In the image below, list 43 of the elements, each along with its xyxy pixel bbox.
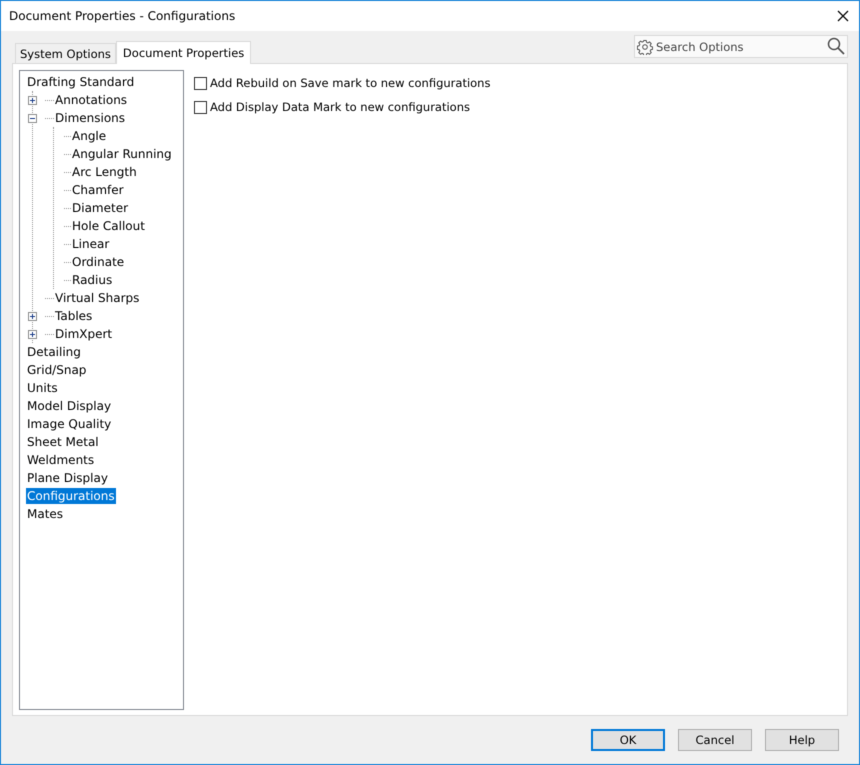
dialog-button[interactable]: Help (765, 729, 839, 751)
checkbox[interactable] (194, 76, 207, 90)
tree-item[interactable]: Model Display (26, 398, 112, 414)
tree-item[interactable]: Virtual Sharps (54, 290, 140, 306)
close-icon[interactable] (837, 10, 849, 22)
tree-item[interactable]: Linear (71, 236, 110, 252)
tree-item[interactable]: Grid/Snap (26, 362, 88, 378)
tree-item[interactable]: Image Quality (26, 416, 112, 432)
tree-item[interactable]: Tables (54, 308, 94, 324)
checkbox-label: Add Rebuild on Save mark to new configurations (210, 76, 490, 90)
gear-icon[interactable] (637, 39, 653, 55)
tree-item[interactable]: Angular Running (71, 146, 173, 162)
tree-item[interactable]: Annotations (54, 92, 128, 108)
tree-item[interactable]: Diameter (71, 200, 130, 216)
tree-item[interactable]: Sheet Metal (26, 434, 100, 450)
expand-icon[interactable] (28, 96, 37, 105)
window-title: Document Properties - Configurations (9, 9, 236, 23)
checkbox-label: Add Display Data Mark to new configurations (210, 100, 470, 114)
tree-item[interactable]: Hole Callout (71, 218, 146, 234)
expand-icon[interactable] (28, 312, 37, 321)
collapse-icon[interactable] (28, 114, 37, 123)
tree-item[interactable]: Weldments (26, 452, 96, 468)
tab[interactable]: System Options (15, 43, 116, 63)
search-icon[interactable] (827, 37, 845, 55)
tab[interactable]: Document Properties (116, 41, 252, 64)
tree-item[interactable]: Angle (71, 128, 108, 144)
tree-item[interactable]: Configurations (26, 488, 116, 504)
tree-item[interactable]: Units (26, 380, 59, 396)
search-field[interactable]: Search Options (634, 35, 848, 58)
tree-item[interactable]: Mates (26, 506, 64, 522)
tree-item[interactable]: Chamfer (71, 182, 125, 198)
tree-item[interactable]: Dimensions (54, 110, 126, 126)
tree-item[interactable]: Drafting Standard (26, 74, 136, 90)
tree-item[interactable]: Plane Display (26, 470, 109, 486)
tree-item[interactable]: Ordinate (71, 254, 126, 270)
checkbox[interactable] (194, 100, 207, 114)
tree-item[interactable]: Radius (71, 272, 114, 288)
dialog-button[interactable]: OK (591, 729, 665, 751)
dialog-button[interactable]: Cancel (678, 729, 752, 751)
tree-item[interactable]: DimXpert (54, 326, 114, 342)
tree-item[interactable]: Detailing (26, 344, 82, 360)
tree-item[interactable]: Arc Length (71, 164, 138, 180)
expand-icon[interactable] (28, 330, 37, 339)
